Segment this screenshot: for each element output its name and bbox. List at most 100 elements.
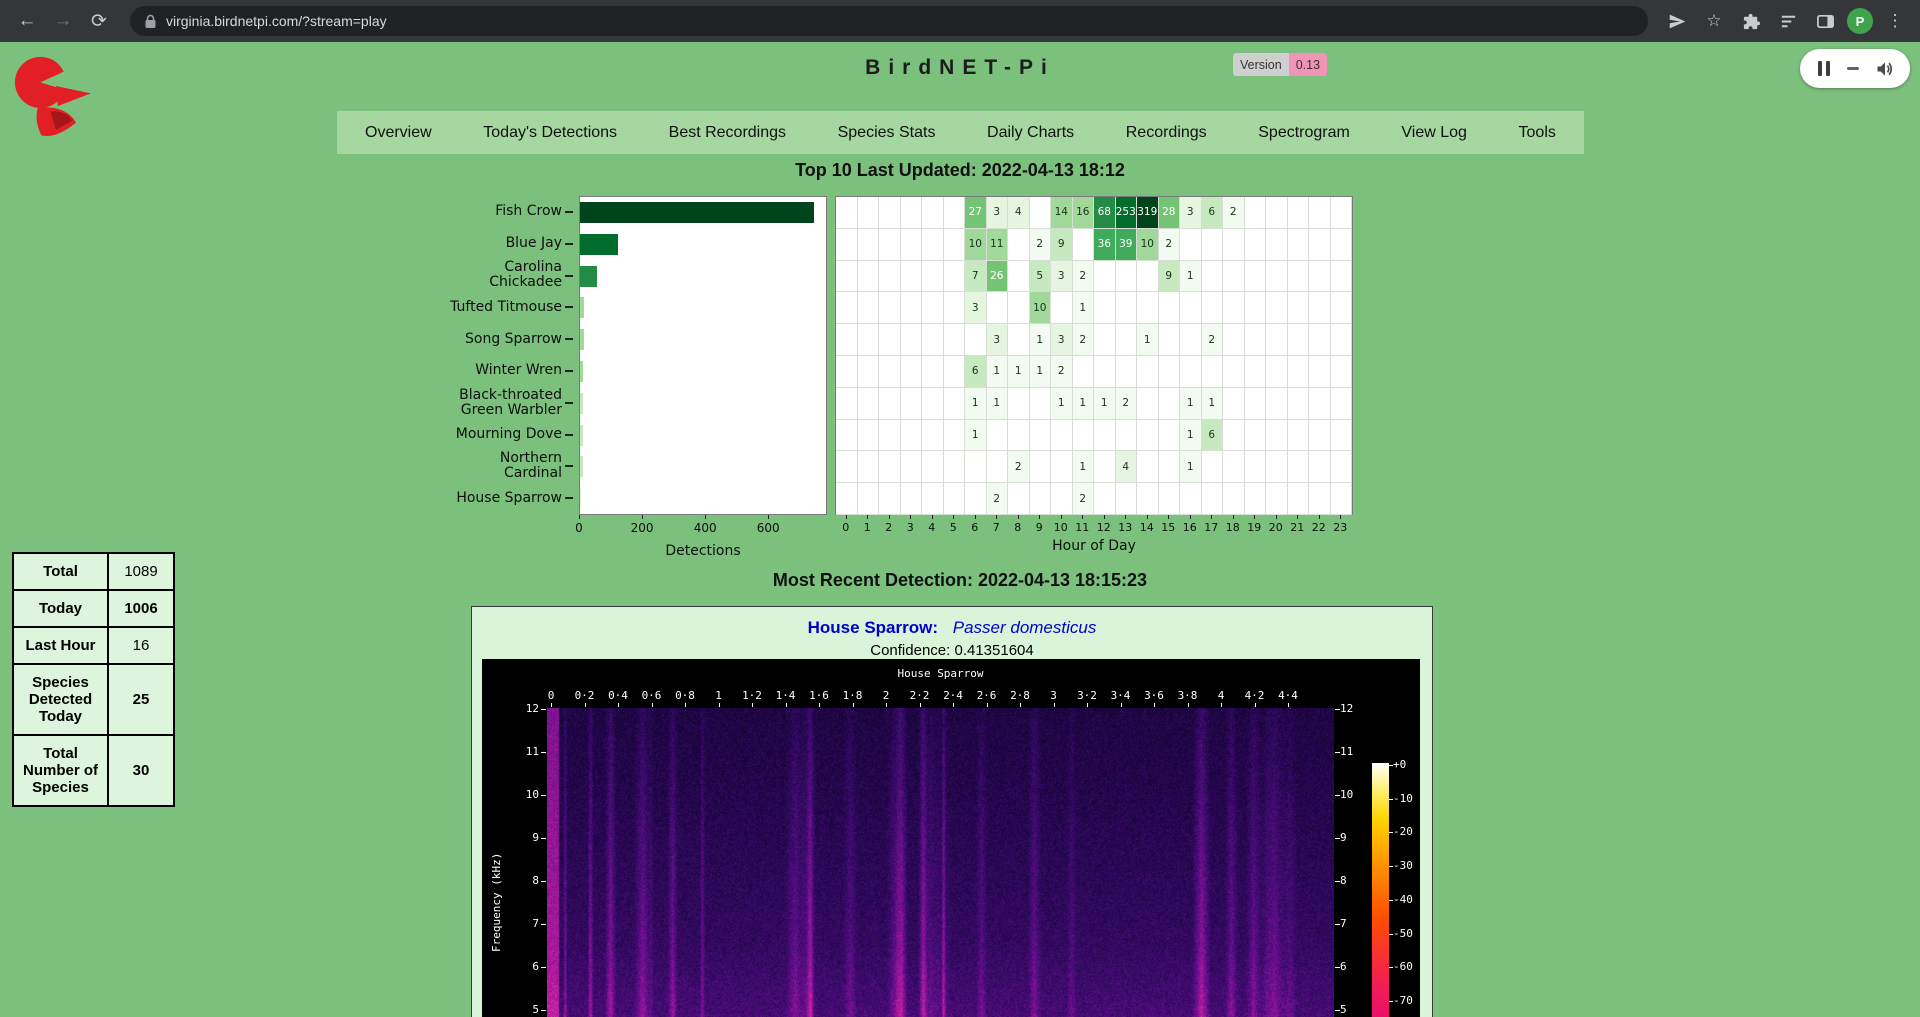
time-tick-label: 0·8 xyxy=(669,689,701,702)
menu-button[interactable]: ⋮ xyxy=(1880,6,1910,36)
axis-tick xyxy=(953,515,954,519)
nav-item-today-s-detections[interactable]: Today's Detections xyxy=(483,124,617,142)
browser-chrome: ← → ⟳ virginia.birdnetpi.com/?stream=pla… xyxy=(0,0,1920,42)
detections-bar xyxy=(580,456,583,477)
colorbar xyxy=(1372,763,1389,1017)
scientific-name-link[interactable]: Passer domesticus xyxy=(953,618,1097,637)
axis-tick xyxy=(1211,515,1212,519)
axis-tick xyxy=(579,515,580,519)
freq-tick xyxy=(541,709,546,710)
heat-cell xyxy=(1137,388,1159,420)
send-button[interactable] xyxy=(1662,6,1692,36)
species-label-line: Blue Jay xyxy=(506,236,562,251)
species-label-line: Carolina xyxy=(504,260,562,275)
heat-cell xyxy=(1331,483,1353,515)
nav-item-daily-charts[interactable]: Daily Charts xyxy=(987,124,1074,142)
heat-cell xyxy=(1245,197,1267,229)
address-bar[interactable]: virginia.birdnetpi.com/?stream=play xyxy=(130,6,1648,36)
axis-tick xyxy=(1319,515,1320,519)
heat-cell xyxy=(1266,356,1288,388)
nav-item-overview[interactable]: Overview xyxy=(365,124,432,142)
time-tick xyxy=(719,703,720,707)
heat-cell xyxy=(1288,324,1310,356)
time-tick-label: 0·2 xyxy=(569,689,601,702)
top10-chart: Fish CrowBlue JayCarolinaChickadeeTufted… xyxy=(360,196,1370,596)
heat-cell xyxy=(1245,324,1267,356)
common-name-link[interactable]: House Sparrow: xyxy=(808,618,938,637)
species-axis-tick xyxy=(565,434,573,436)
stat-value-link[interactable]: 25 xyxy=(108,664,174,735)
time-tick-label: 2·4 xyxy=(937,689,969,702)
hour-axis-tick-label: 18 xyxy=(1226,521,1240,534)
nav-item-tools[interactable]: Tools xyxy=(1519,124,1556,142)
spectrogram-title: House Sparrow xyxy=(547,667,1334,680)
chart-species-labels: Fish CrowBlue JayCarolinaChickadeeTufted… xyxy=(360,196,572,514)
freq-tick-label: 5 xyxy=(503,1003,539,1016)
reload-button[interactable]: ⟳ xyxy=(82,4,116,38)
heat-cell xyxy=(987,292,1009,324)
send-icon xyxy=(1668,12,1687,31)
heat-cell: 1 xyxy=(1180,261,1202,293)
time-tick-label: 4·4 xyxy=(1272,689,1304,702)
hour-axis-tick-label: 14 xyxy=(1140,521,1154,534)
profile-avatar[interactable]: P xyxy=(1847,8,1873,34)
freq-tick-label: 12 xyxy=(503,702,539,715)
stat-value-link[interactable]: 30 xyxy=(108,735,174,806)
nav-item-spectrogram[interactable]: Spectrogram xyxy=(1258,124,1350,142)
freq-tick-label: 11 xyxy=(503,745,539,758)
heatmap-plot: 2734141668253319283621011293639102726532… xyxy=(835,196,1353,515)
heat-cell: 2 xyxy=(1073,324,1095,356)
axis-tick xyxy=(1254,515,1255,519)
hour-axis-tick-label: 8 xyxy=(1014,521,1021,534)
axis-tick xyxy=(996,515,997,519)
detections-bar xyxy=(580,297,584,318)
detections-bar xyxy=(580,202,814,223)
time-tick-label: 1·6 xyxy=(803,689,835,702)
heat-cell xyxy=(1202,261,1224,293)
nav-item-view-log[interactable]: View Log xyxy=(1401,124,1467,142)
nav-item-recordings[interactable]: Recordings xyxy=(1126,124,1207,142)
version-value: 0.13 xyxy=(1289,53,1327,76)
reading-list-button[interactable] xyxy=(1773,6,1803,36)
nav-item-species-stats[interactable]: Species Stats xyxy=(838,124,936,142)
stats-row: Last Hour16 xyxy=(13,627,174,664)
heat-cell: 1 xyxy=(1094,388,1116,420)
heat-cell: 1 xyxy=(1180,451,1202,483)
extensions-button[interactable] xyxy=(1736,6,1766,36)
freq-tick xyxy=(541,752,546,753)
side-panel-button[interactable] xyxy=(1810,6,1840,36)
axis-tick xyxy=(1104,515,1105,519)
heat-cell xyxy=(836,197,858,229)
back-button[interactable]: ← xyxy=(10,4,44,38)
stat-value-link[interactable]: 1006 xyxy=(108,590,174,627)
freq-tick xyxy=(1335,709,1340,710)
heat-cell xyxy=(1008,483,1030,515)
hour-axis-tick-label: 17 xyxy=(1204,521,1218,534)
heat-cell xyxy=(944,451,966,483)
heat-cell xyxy=(1309,197,1331,229)
time-tick-label: 4·2 xyxy=(1239,689,1271,702)
species-label: Winter Wren xyxy=(364,355,562,387)
heat-cell xyxy=(858,388,880,420)
time-tick xyxy=(652,703,653,707)
heat-cell xyxy=(1202,356,1224,388)
heat-cell xyxy=(1159,420,1181,452)
heat-cell xyxy=(1094,420,1116,452)
nav-item-best-recordings[interactable]: Best Recordings xyxy=(669,124,786,142)
lock-icon xyxy=(144,14,157,29)
heat-cell xyxy=(858,324,880,356)
time-tick-label: 0·6 xyxy=(636,689,668,702)
heat-cell xyxy=(1116,420,1138,452)
freq-tick-label: 8 xyxy=(1340,874,1376,887)
heat-cell xyxy=(901,356,923,388)
bookmark-button[interactable]: ☆ xyxy=(1699,6,1729,36)
heat-cell xyxy=(1008,420,1030,452)
forward-button[interactable]: → xyxy=(46,4,80,38)
time-tick-label: 3·4 xyxy=(1105,689,1137,702)
freq-tick-label: 5 xyxy=(1340,1003,1376,1016)
heat-cell xyxy=(1288,420,1310,452)
species-axis-tick xyxy=(565,465,573,467)
heat-cell xyxy=(879,388,901,420)
time-tick-label: 2·8 xyxy=(1004,689,1036,702)
freq-tick xyxy=(541,967,546,968)
